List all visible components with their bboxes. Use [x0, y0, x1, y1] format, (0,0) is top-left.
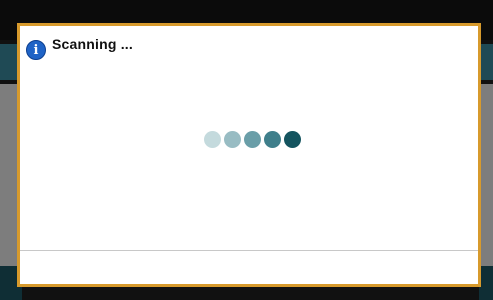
loading-indicator	[204, 131, 301, 148]
info-icon: i	[26, 40, 46, 60]
loading-dot	[244, 131, 261, 148]
loading-dot	[204, 131, 221, 148]
dialog-header: i Scanning ...	[26, 34, 133, 60]
loading-dot	[284, 131, 301, 148]
loading-dot	[264, 131, 281, 148]
background-panel-right	[479, 84, 493, 266]
loading-dot	[224, 131, 241, 148]
screen: i Scanning ...	[0, 0, 493, 300]
dialog-title: Scanning ...	[52, 36, 133, 52]
background-header-right	[479, 44, 493, 80]
dialog-footer	[20, 251, 478, 284]
background-footer-right	[479, 266, 493, 300]
scanning-dialog: i Scanning ...	[17, 23, 481, 287]
